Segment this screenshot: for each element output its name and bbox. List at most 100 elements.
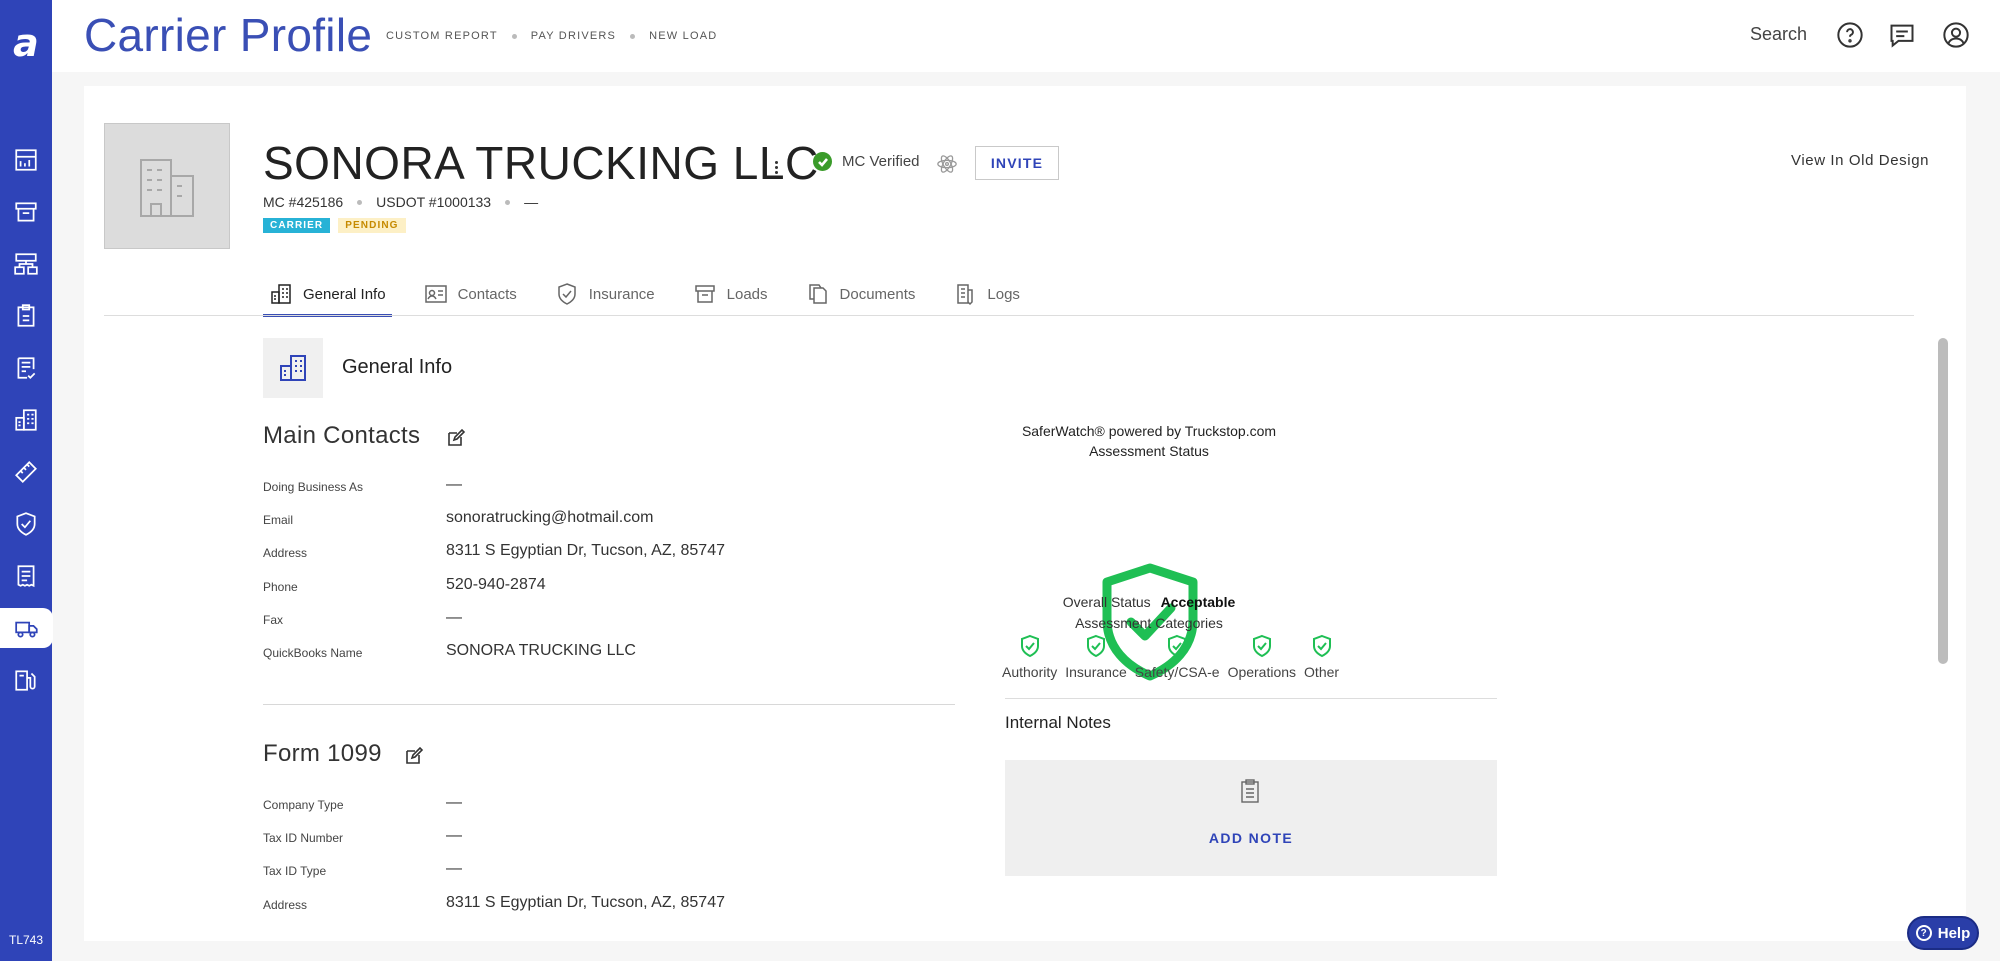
category-label: Other (1304, 664, 1340, 680)
contact-card-icon (424, 285, 447, 303)
sidebar: a TL743 (0, 0, 53, 961)
custom-report-link[interactable]: CUSTOM REPORT (386, 30, 498, 42)
sidebar-item-carriers[interactable] (0, 608, 53, 648)
assessment-categories-title: Assessment Categories (1075, 615, 1223, 631)
sitemap-icon (14, 253, 38, 275)
messages-button[interactable] (1888, 21, 1916, 49)
mc-verified-label: MC Verified (842, 153, 920, 170)
separator-dot (630, 33, 636, 39)
help-icon (1837, 22, 1863, 48)
shield-icon (16, 512, 36, 536)
doing-business-as-value: — (446, 476, 462, 493)
sidebar-item-network[interactable] (0, 244, 52, 284)
fax-value: — (446, 609, 462, 626)
field-label: Email (263, 513, 294, 527)
help-label: Help (1937, 924, 1971, 942)
sidebar-item-reports[interactable] (0, 140, 52, 180)
separator-dot (357, 199, 363, 205)
field-label: Tax ID Number (263, 831, 344, 845)
tab-label: Documents (839, 285, 916, 303)
more-options-button[interactable] (767, 156, 785, 178)
tab-insurance[interactable]: Insurance (549, 272, 661, 316)
view-old-design-link[interactable]: View In Old Design (1791, 152, 1929, 169)
ruler-icon (15, 461, 37, 483)
tab-loads[interactable]: Loads (687, 272, 774, 316)
truck-icon (14, 621, 38, 638)
sidebar-item-companies[interactable] (0, 400, 52, 440)
quick-links: CUSTOM REPORT PAY DRIVERS NEW LOAD (386, 30, 717, 42)
pay-drivers-link[interactable]: PAY DRIVERS (531, 30, 616, 42)
saferwatch-title: SaferWatch® powered by Truckstop.com Ass… (1006, 421, 1292, 461)
add-note-button[interactable]: ADD NOTE (1005, 760, 1497, 876)
quickbooks-name-value: SONORA TRUCKING LLC (446, 642, 636, 659)
search-button[interactable]: Search (1750, 24, 1807, 45)
field-label: Address (263, 546, 308, 560)
shield-check-icon (1312, 634, 1331, 658)
box-icon (694, 285, 715, 303)
help-button[interactable] (1836, 21, 1864, 49)
account-button[interactable] (1942, 21, 1970, 49)
shield-check-icon (1252, 634, 1271, 658)
overall-status-label: Overall Status (1062, 594, 1151, 610)
clipboard-icon (1241, 779, 1259, 803)
sidebar-item-clipboard[interactable] (0, 296, 52, 336)
main-contacts-title: Main Contacts (263, 422, 421, 449)
integration-icon[interactable] (936, 153, 958, 175)
form-address-value: 8311 S Egyptian Dr, Tucson, AZ, 85747 (446, 894, 725, 911)
category-safety: Safety/CSA-e (1135, 634, 1220, 680)
add-note-label: ADD NOTE (1208, 830, 1294, 846)
mc-number: MC #425186 (263, 194, 344, 210)
category-operations: Operations (1228, 634, 1296, 680)
help-button[interactable]: ? Help (1907, 916, 1979, 950)
sidebar-item-compliance[interactable] (0, 504, 52, 544)
edit-icon (406, 746, 424, 764)
new-load-link[interactable]: NEW LOAD (649, 30, 717, 42)
pending-badge: PENDING (338, 218, 406, 233)
tab-label: Logs (987, 285, 1020, 303)
tab-documents[interactable]: Documents (800, 272, 922, 316)
company-name: SONORA TRUCKING LLC (263, 137, 819, 189)
carrier-identifiers: MC #425186 USDOT #1000133 — (263, 194, 538, 210)
building-icon (280, 355, 306, 381)
mc-verified-status: MC Verified (813, 152, 920, 171)
carrier-badge: CARRIER (263, 218, 331, 233)
profile-tabs: General Info Contacts Insurance Loads Do… (263, 272, 1052, 317)
sidebar-item-tools[interactable] (0, 452, 52, 492)
tab-contacts[interactable]: Contacts (418, 272, 523, 316)
content-scrollbar[interactable] (1938, 338, 1948, 664)
company-type-value: — (446, 794, 462, 811)
address-value: 8311 S Egyptian Dr, Tucson, AZ, 85747 (446, 542, 725, 559)
edit-icon (448, 428, 466, 446)
tab-logs[interactable]: Logs (947, 272, 1026, 316)
sidebar-item-billing[interactable] (0, 348, 52, 388)
edit-form-1099-button[interactable] (404, 746, 424, 766)
company-avatar (104, 123, 230, 249)
shield-check-icon (1168, 634, 1187, 658)
separator-dot (505, 199, 511, 205)
field-label: QuickBooks Name (263, 646, 363, 660)
page-title: Carrier Profile (84, 9, 373, 61)
clipboard-icon (17, 304, 35, 327)
internal-notes-title: Internal Notes (1005, 713, 1111, 732)
notes-divider (1005, 698, 1497, 699)
carrier-profile-card: SONORA TRUCKING LLC MC Verified INVITE V… (84, 86, 1966, 941)
account-icon (1943, 22, 1969, 48)
category-label: Authority (1002, 664, 1058, 680)
sidebar-item-receipts[interactable] (0, 556, 52, 596)
invite-button[interactable]: INVITE (975, 146, 1059, 180)
overall-status: Overall Status Acceptable (1006, 594, 1292, 610)
fuel-icon (15, 670, 36, 691)
sidebar-item-fuel[interactable] (0, 660, 52, 700)
sidebar-item-archive[interactable] (0, 192, 52, 232)
tab-label: General Info (303, 285, 386, 303)
usdot-number: USDOT #1000133 (376, 194, 492, 210)
phone-value: 520-940-2874 (446, 576, 546, 593)
chart-icon (15, 149, 37, 171)
tab-general-info[interactable]: General Info (263, 272, 392, 317)
logs-icon (957, 284, 974, 306)
building-icon (271, 284, 291, 304)
app-logo[interactable]: a (0, 14, 52, 72)
category-label: Insurance (1065, 664, 1127, 680)
section-title: General Info (342, 356, 453, 378)
edit-main-contacts-button[interactable] (446, 428, 466, 448)
